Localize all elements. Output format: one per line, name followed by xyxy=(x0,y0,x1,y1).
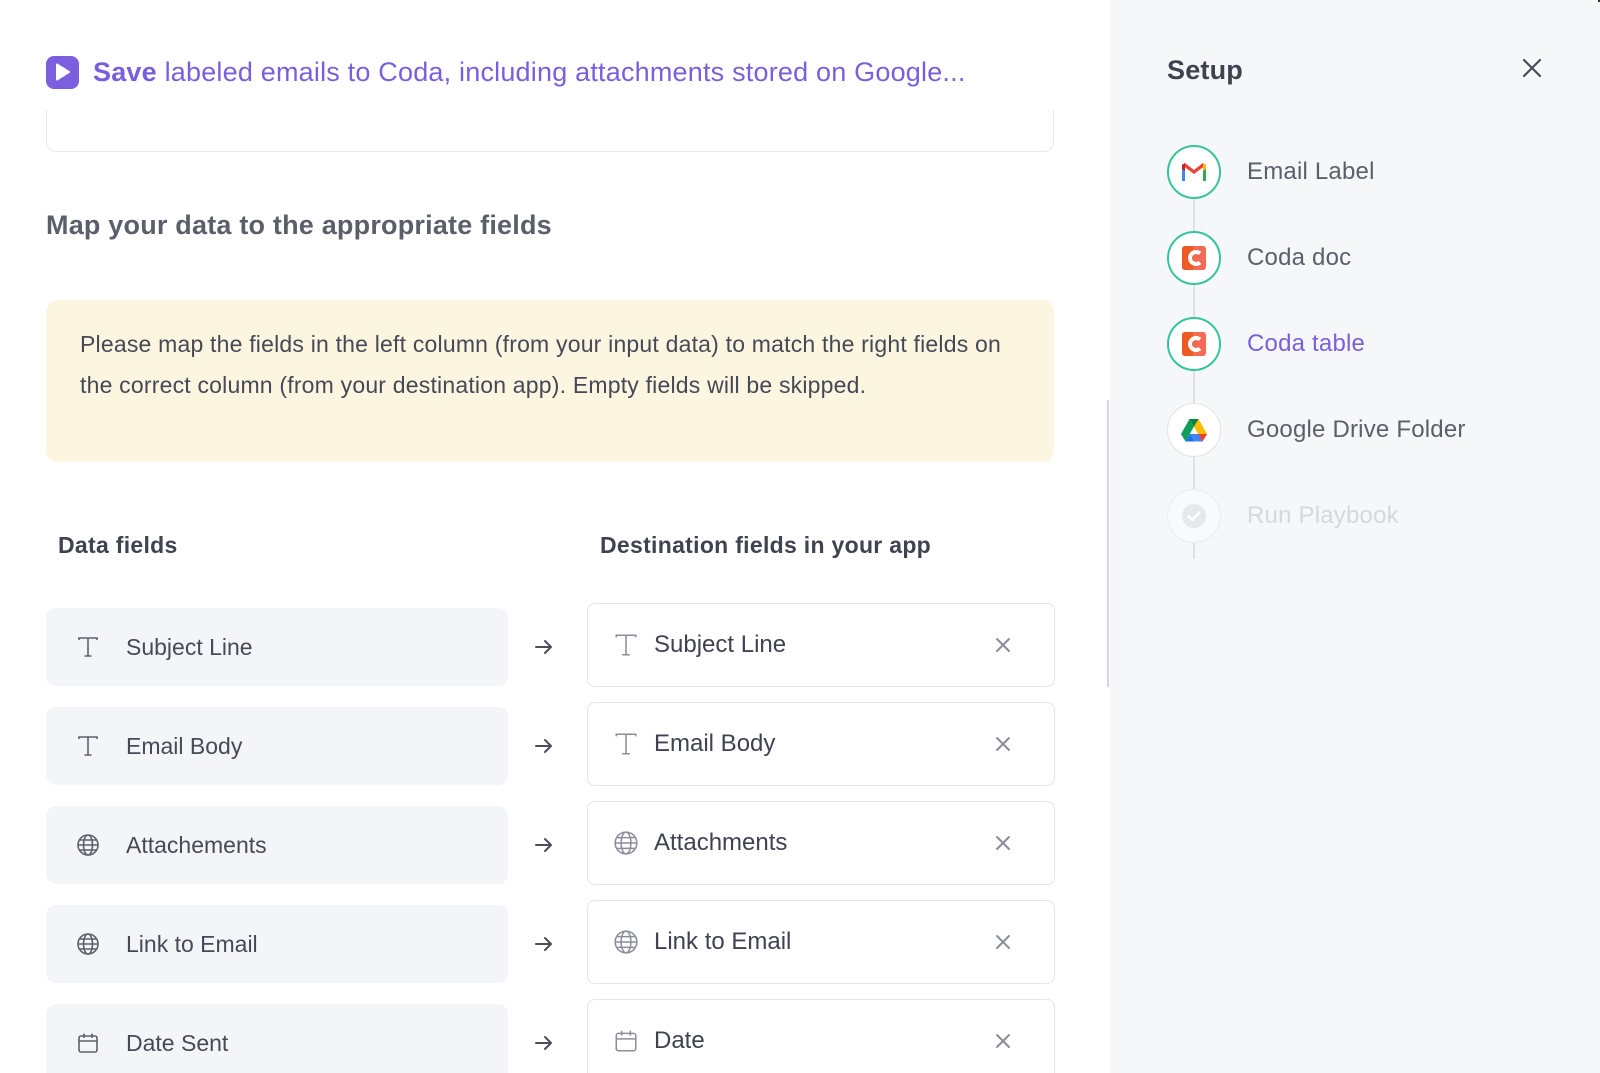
source-field[interactable]: Email Body xyxy=(46,707,508,785)
mapping-row: Date Sent Date xyxy=(46,999,1056,1073)
playbook-title-description: labeled emails to Coda, including attach… xyxy=(164,56,966,87)
playbook-title: Save labeled emails to Coda, including a… xyxy=(93,57,966,88)
destination-field-label: Attachments xyxy=(654,829,788,856)
destination-field[interactable]: Email Body xyxy=(587,702,1055,786)
step-coda-doc[interactable]: Coda doc xyxy=(1167,231,1567,285)
step-label: Coda doc xyxy=(1247,244,1352,271)
collapsed-card-edge xyxy=(46,110,1054,152)
mapping-row: Link to Email Link to Email xyxy=(46,900,1056,999)
playbook-title-verb: Save xyxy=(93,56,157,87)
clear-field-button[interactable] xyxy=(990,731,1016,757)
step-google-drive-folder[interactable]: Google Drive Folder xyxy=(1167,403,1567,457)
step-label: Google Drive Folder xyxy=(1247,416,1466,443)
step-label: Email Label xyxy=(1247,158,1375,185)
source-field[interactable]: Date Sent xyxy=(46,1004,508,1073)
source-field-label: Link to Email xyxy=(126,930,258,957)
section-title: Map your data to the appropriate fields xyxy=(46,210,552,240)
step-label: Coda table xyxy=(1247,330,1366,357)
calendar-icon xyxy=(612,1027,640,1055)
text-type-icon xyxy=(74,732,102,760)
destination-field[interactable]: Link to Email xyxy=(587,900,1055,984)
close-button[interactable] xyxy=(1517,55,1547,85)
arrow-right-icon xyxy=(532,835,556,855)
text-type-icon xyxy=(612,730,640,758)
clear-field-button[interactable] xyxy=(990,1028,1016,1054)
setup-title: Setup xyxy=(1167,55,1244,85)
arrow-right-icon xyxy=(532,934,556,954)
globe-icon xyxy=(74,831,102,859)
mapping-notice: Please map the fields in the left column… xyxy=(46,300,1054,462)
source-field-label: Date Sent xyxy=(126,1029,229,1056)
play-icon[interactable] xyxy=(46,55,79,89)
destination-field[interactable]: Attachments xyxy=(587,801,1055,885)
main-panel: Save labeled emails to Coda, including a… xyxy=(0,0,1110,1073)
step-coda-table[interactable]: Coda table xyxy=(1167,317,1567,371)
globe-icon xyxy=(612,928,640,956)
destination-field-label: Subject Line xyxy=(654,631,787,658)
coda-icon xyxy=(1167,231,1221,285)
mapping-row: Subject Line Subject Line xyxy=(46,603,1056,702)
clear-field-button[interactable] xyxy=(990,929,1016,955)
destination-field-label: Email Body xyxy=(654,730,776,757)
destination-field[interactable]: Subject Line xyxy=(587,603,1055,687)
mapping-row: Email Body Email Body xyxy=(46,702,1056,801)
globe-icon xyxy=(74,930,102,958)
playbook-title-row: Save labeled emails to Coda, including a… xyxy=(46,54,966,90)
google-drive-icon xyxy=(1167,403,1221,457)
source-field-label: Subject Line xyxy=(126,633,253,660)
coda-icon xyxy=(1167,317,1221,371)
mapping-row: Attachements Attachments xyxy=(46,801,1056,900)
arrow-right-icon xyxy=(532,1033,556,1053)
destination-fields-header: Destination fields in your app xyxy=(600,532,932,558)
source-field[interactable]: Link to Email xyxy=(46,905,508,983)
source-field[interactable]: Subject Line xyxy=(46,608,508,686)
scrollbar-track[interactable] xyxy=(1107,400,1109,687)
check-circle-icon xyxy=(1167,489,1221,543)
source-field-label: Email Body xyxy=(126,732,243,759)
step-email-label[interactable]: Email Label xyxy=(1167,145,1567,199)
text-type-icon xyxy=(612,631,640,659)
arrow-right-icon xyxy=(532,736,556,756)
source-field[interactable]: Attachements xyxy=(46,806,508,884)
data-fields-header: Data fields xyxy=(58,532,178,558)
clear-field-button[interactable] xyxy=(990,632,1016,658)
source-field-label: Attachements xyxy=(126,831,267,858)
text-type-icon xyxy=(74,633,102,661)
arrow-right-icon xyxy=(532,637,556,657)
destination-field-label: Date xyxy=(654,1027,705,1054)
field-mapping-list: Subject Line Subject Line Email Body Ema… xyxy=(46,603,1056,1073)
step-label: Run Playbook xyxy=(1247,502,1399,529)
globe-icon xyxy=(612,829,640,857)
destination-field-label: Link to Email xyxy=(654,928,792,955)
step-run-playbook: Run Playbook xyxy=(1167,489,1567,543)
clear-field-button[interactable] xyxy=(990,830,1016,856)
destination-field[interactable]: Date xyxy=(587,999,1055,1073)
gmail-icon xyxy=(1167,145,1221,199)
close-icon xyxy=(1521,57,1543,84)
calendar-icon xyxy=(74,1029,102,1057)
